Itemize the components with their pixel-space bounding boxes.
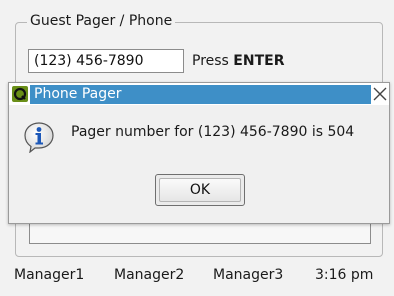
ok-button-label: OK: [159, 178, 241, 202]
close-button[interactable]: [371, 84, 389, 104]
phone-number-input[interactable]: [28, 49, 184, 73]
phone-pager-dialog: Phone Pager Pager number for (123) 456-7…: [8, 82, 390, 224]
manager1-label[interactable]: Manager1: [14, 265, 84, 285]
clock-time: 3:16 pm: [315, 267, 374, 283]
ok-button[interactable]: OK: [155, 174, 245, 206]
manager3-label[interactable]: Manager3: [213, 265, 283, 285]
info-icon: [23, 121, 55, 154]
results-box: [29, 222, 371, 244]
groupbox-legend: Guest Pager / Phone: [27, 12, 176, 30]
close-icon: [373, 87, 387, 101]
dialog-message: Pager number for (123) 456-7890 is 504: [71, 124, 355, 140]
manager2-label[interactable]: Manager2: [114, 265, 184, 285]
press-text: Press: [192, 53, 234, 69]
press-enter-hint: Press ENTER: [192, 52, 284, 70]
enter-key-text: ENTER: [233, 53, 285, 69]
dialog-title: Phone Pager: [30, 85, 371, 104]
bottom-bar: Manager1 Manager2 Manager3 3:16 pm: [14, 265, 382, 285]
dialog-titlebar[interactable]: Phone Pager: [9, 83, 389, 105]
app-icon: [12, 86, 28, 102]
